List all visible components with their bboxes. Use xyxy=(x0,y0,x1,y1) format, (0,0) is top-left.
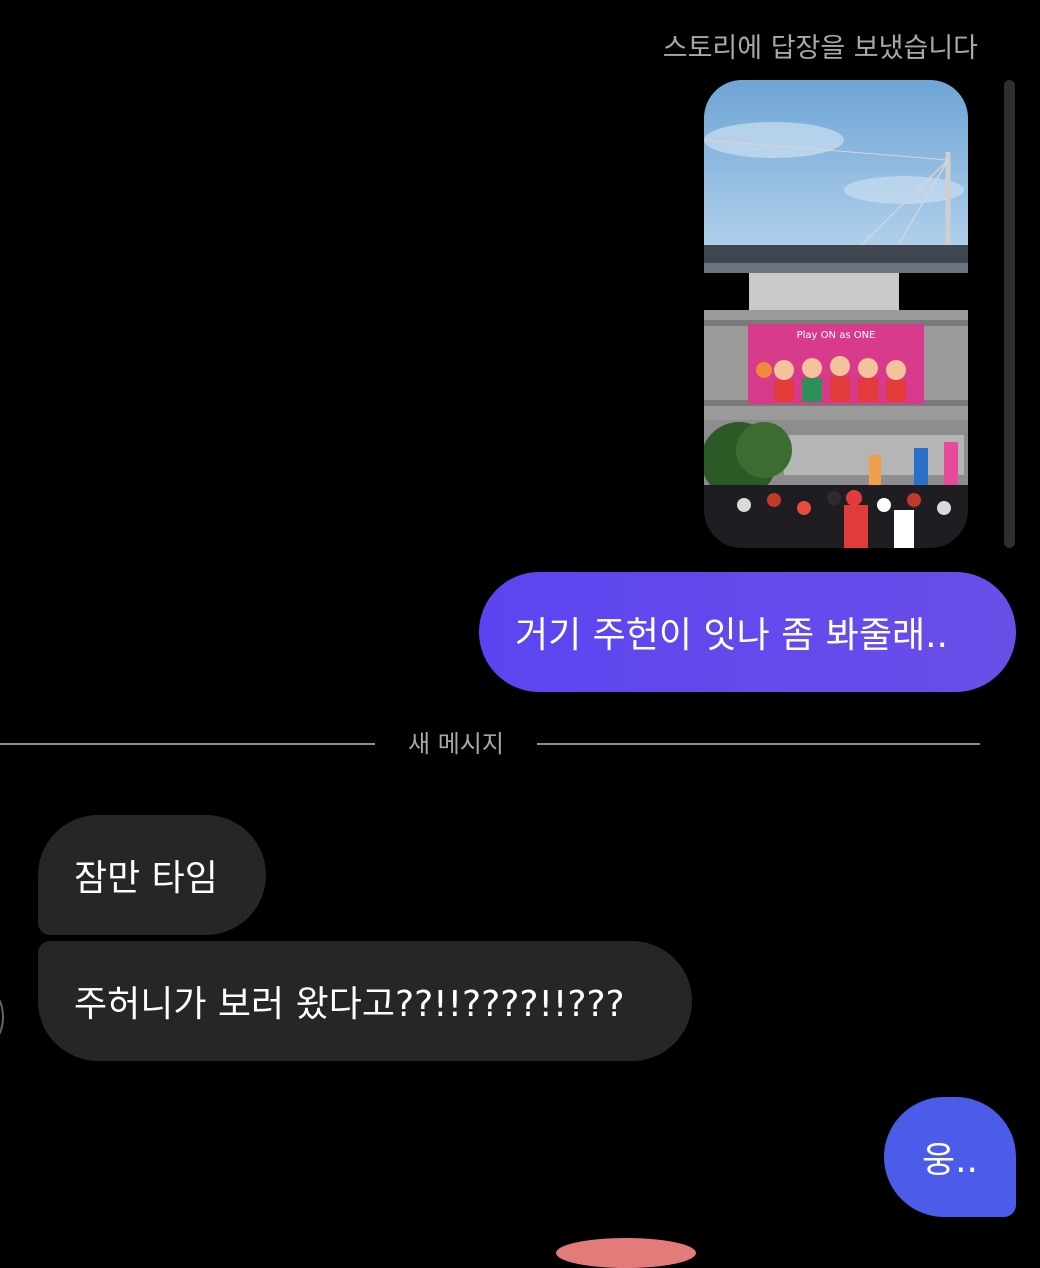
message-text: 잠만 타임 xyxy=(74,858,218,899)
story-reply-label: 스토리에 답장을 보냈습니다 xyxy=(662,33,978,64)
sender-avatar[interactable] xyxy=(0,990,4,1044)
reaction-peek xyxy=(556,1238,696,1268)
divider-line xyxy=(0,743,375,745)
story-preview-image[interactable]: Play ON as ONE xyxy=(704,80,968,548)
divider-line xyxy=(537,743,980,745)
stadium-photo: Play ON as ONE xyxy=(704,80,968,548)
message-text: 거기 주헌이 잇나 좀 봐줄래.. xyxy=(515,615,948,656)
scrollbar[interactable] xyxy=(1004,80,1015,548)
divider-label: 새 메시지 xyxy=(408,730,504,758)
banner-text: Play ON as ONE xyxy=(797,330,876,341)
message-text: 웅.. xyxy=(921,1140,978,1181)
message-bubble-outgoing[interactable]: 거기 주헌이 잇나 좀 봐줄래.. xyxy=(479,572,1016,692)
message-bubble-outgoing[interactable]: 웅.. xyxy=(884,1097,1016,1217)
message-bubble-incoming[interactable]: 주허니가 보러 왔다고??!!????!!??? xyxy=(38,941,692,1061)
new-messages-divider: 새 메시지 xyxy=(0,728,980,760)
message-text: 주허니가 보러 왔다고??!!????!!??? xyxy=(74,984,625,1025)
message-bubble-incoming[interactable]: 잠만 타임 xyxy=(38,815,266,935)
